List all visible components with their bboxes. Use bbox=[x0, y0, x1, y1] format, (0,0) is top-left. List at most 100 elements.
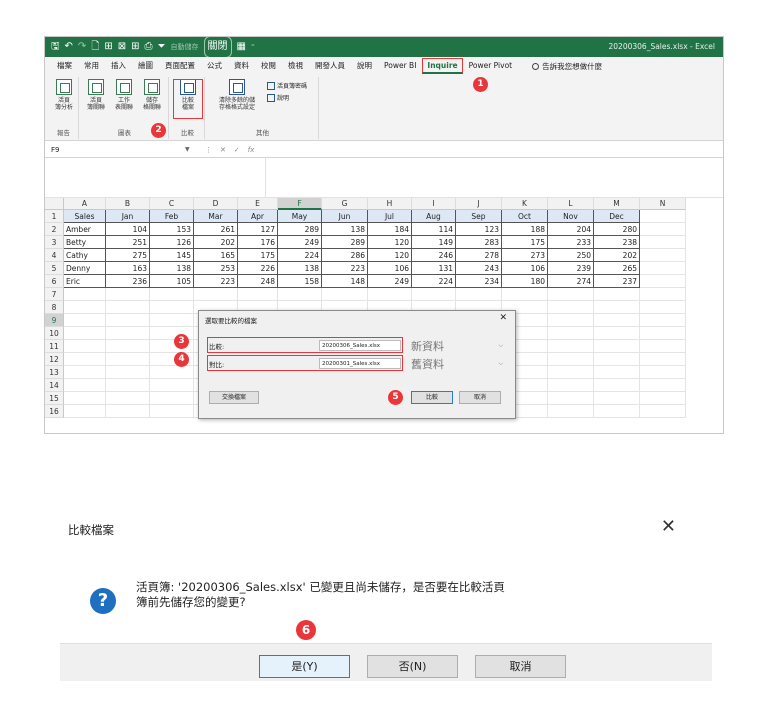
tab-page-layout[interactable]: 頁面配置 bbox=[159, 57, 201, 75]
new-icon[interactable]: 🗋 bbox=[91, 37, 99, 57]
empty-cell[interactable] bbox=[548, 301, 594, 314]
value-cell[interactable]: 249 bbox=[278, 236, 322, 249]
column-header-b[interactable]: B bbox=[106, 198, 150, 210]
empty-cell[interactable] bbox=[640, 392, 686, 405]
value-cell[interactable]: 127 bbox=[238, 223, 278, 236]
row-header-4[interactable]: 4 bbox=[45, 249, 64, 262]
tab-data[interactable]: 資料 bbox=[228, 57, 255, 75]
column-header-h[interactable]: H bbox=[368, 198, 412, 210]
empty-cell[interactable] bbox=[594, 366, 640, 379]
value-cell[interactable]: 148 bbox=[322, 275, 368, 288]
empty-cell[interactable] bbox=[640, 236, 686, 249]
value-cell[interactable]: 188 bbox=[502, 223, 548, 236]
empty-cell[interactable] bbox=[548, 405, 594, 418]
value-cell[interactable]: 265 bbox=[594, 262, 640, 275]
value-cell[interactable]: 250 bbox=[548, 249, 594, 262]
empty-cell[interactable] bbox=[106, 392, 150, 405]
table-header-cell[interactable]: Oct bbox=[502, 210, 548, 223]
value-cell[interactable]: 286 bbox=[322, 249, 368, 262]
tell-me-box[interactable]: 告訴我您想做什麼 bbox=[532, 61, 602, 72]
value-cell[interactable]: 280 bbox=[594, 223, 640, 236]
value-cell[interactable]: 123 bbox=[456, 223, 502, 236]
value-cell[interactable]: 223 bbox=[322, 262, 368, 275]
value-cell[interactable]: 105 bbox=[150, 275, 194, 288]
empty-cell[interactable] bbox=[106, 288, 150, 301]
empty-cell[interactable] bbox=[548, 379, 594, 392]
tab-developer[interactable]: 開發人員 bbox=[309, 57, 351, 75]
empty-cell[interactable] bbox=[548, 327, 594, 340]
empty-cell[interactable] bbox=[238, 288, 278, 301]
save-icon[interactable]: 🖫 bbox=[51, 37, 60, 57]
tab-help[interactable]: 說明 bbox=[351, 57, 378, 75]
row-header-10[interactable]: 10 bbox=[45, 327, 64, 340]
value-cell[interactable]: 126 bbox=[150, 236, 194, 249]
empty-cell[interactable] bbox=[548, 353, 594, 366]
table-header-cell[interactable]: Apr bbox=[238, 210, 278, 223]
value-cell[interactable]: 289 bbox=[322, 236, 368, 249]
sheet-icon[interactable]: ▦ bbox=[237, 37, 246, 57]
value-cell[interactable]: 175 bbox=[502, 236, 548, 249]
workbook-analysis-button[interactable]: 活頁 簿分析 bbox=[51, 79, 77, 111]
column-header-i[interactable]: I bbox=[412, 198, 456, 210]
empty-cell[interactable] bbox=[64, 405, 106, 418]
column-header-n[interactable]: N bbox=[640, 198, 686, 210]
empty-cell[interactable] bbox=[322, 288, 368, 301]
worksheet-relationship-button[interactable]: 工作 表關聯 bbox=[111, 79, 137, 111]
table-header-cell[interactable]: Aug bbox=[412, 210, 456, 223]
empty-cell[interactable] bbox=[640, 275, 686, 288]
tab-draw[interactable]: 繪圖 bbox=[132, 57, 159, 75]
empty-cell[interactable] bbox=[64, 288, 106, 301]
value-cell[interactable]: 145 bbox=[150, 249, 194, 262]
name-cell[interactable]: Betty bbox=[64, 236, 106, 249]
empty-cell[interactable] bbox=[64, 379, 106, 392]
value-cell[interactable]: 158 bbox=[278, 275, 322, 288]
empty-cell[interactable] bbox=[640, 249, 686, 262]
tab-view[interactable]: 檢視 bbox=[282, 57, 309, 75]
empty-cell[interactable] bbox=[548, 314, 594, 327]
undo-icon[interactable]: ↶ bbox=[65, 37, 73, 57]
empty-cell[interactable] bbox=[150, 301, 194, 314]
value-cell[interactable]: 163 bbox=[106, 262, 150, 275]
value-cell[interactable]: 249 bbox=[368, 275, 412, 288]
cancel-button[interactable]: 取消 bbox=[475, 655, 566, 678]
value-cell[interactable]: 176 bbox=[238, 236, 278, 249]
insert-function-icon[interactable]: fx bbox=[248, 144, 255, 156]
close-icon[interactable]: ✕ bbox=[499, 313, 507, 323]
table-header-cell[interactable]: Dec bbox=[594, 210, 640, 223]
empty-cell[interactable] bbox=[150, 379, 194, 392]
formula-input[interactable] bbox=[265, 158, 723, 198]
row-header-1[interactable]: 1 bbox=[45, 210, 64, 223]
empty-cell[interactable] bbox=[502, 288, 548, 301]
empty-cell[interactable] bbox=[548, 366, 594, 379]
column-header-k[interactable]: K bbox=[502, 198, 548, 210]
value-cell[interactable]: 239 bbox=[548, 262, 594, 275]
no-button[interactable]: 否(N) bbox=[367, 655, 458, 678]
value-cell[interactable]: 224 bbox=[412, 275, 456, 288]
value-cell[interactable]: 204 bbox=[548, 223, 594, 236]
name-box[interactable]: F9 bbox=[49, 144, 189, 156]
value-cell[interactable]: 237 bbox=[594, 275, 640, 288]
value-cell[interactable]: 261 bbox=[194, 223, 238, 236]
row-header-3[interactable]: 3 bbox=[45, 236, 64, 249]
value-cell[interactable]: 236 bbox=[106, 275, 150, 288]
value-cell[interactable]: 238 bbox=[594, 236, 640, 249]
empty-cell[interactable] bbox=[640, 262, 686, 275]
empty-cell[interactable] bbox=[150, 366, 194, 379]
table-header-cell[interactable]: Mar bbox=[194, 210, 238, 223]
empty-cell[interactable] bbox=[106, 366, 150, 379]
table-header-cell[interactable]: May bbox=[278, 210, 322, 223]
workbook-passwords-button[interactable]: 活頁簿密碼 bbox=[267, 81, 307, 90]
enter-icon[interactable]: ✓ bbox=[234, 144, 240, 156]
column-header-d[interactable]: D bbox=[194, 198, 238, 210]
filter-icon[interactable]: ⏷ bbox=[158, 37, 166, 57]
value-cell[interactable]: 120 bbox=[368, 236, 412, 249]
value-cell[interactable]: 273 bbox=[502, 249, 548, 262]
compare-button[interactable]: 比較 bbox=[411, 391, 453, 404]
print-icon[interactable]: ⎙ bbox=[145, 37, 153, 57]
value-cell[interactable]: 138 bbox=[150, 262, 194, 275]
empty-cell[interactable] bbox=[594, 314, 640, 327]
grid-icon[interactable]: ⊞ bbox=[131, 37, 139, 57]
value-cell[interactable]: 202 bbox=[194, 236, 238, 249]
empty-cell[interactable] bbox=[412, 288, 456, 301]
customize-qat-icon[interactable]: ⁼ bbox=[251, 37, 255, 57]
